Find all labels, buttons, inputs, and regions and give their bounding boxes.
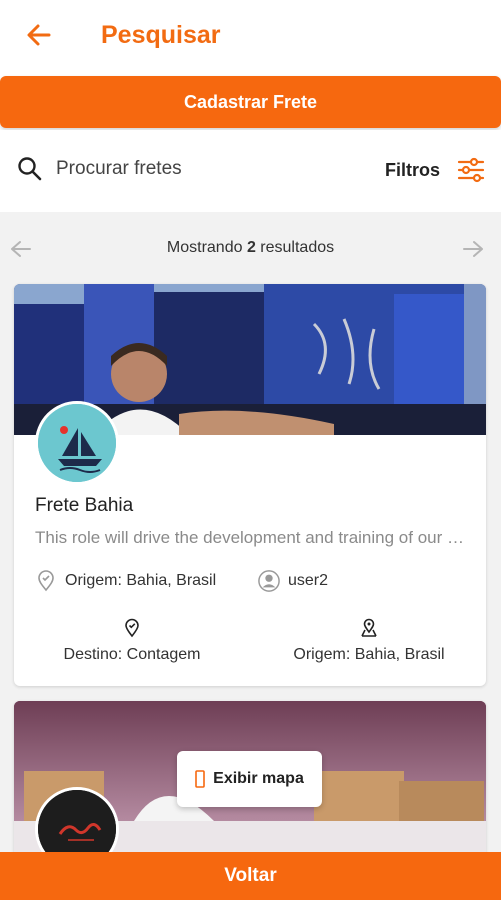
card-title: Frete Bahia [35,495,134,516]
boat-logo-icon [38,404,116,482]
map-icon [195,770,205,788]
arrow-left-icon[interactable] [22,18,56,52]
origin-label: Origem: Bahia, Brasil [65,572,217,589]
user-name: user2 [288,572,329,589]
search-input[interactable]: Procurar fretes [56,158,182,180]
user-info: user2 [258,568,328,594]
register-freight-button[interactable]: Cadastrar Frete [0,76,501,128]
origin-location-label: Origem: Bahia, Brasil [293,646,445,663]
search-icon [18,157,42,181]
back-button[interactable]: Voltar [0,852,501,900]
results-count: Mostrando 2 resultados [166,239,335,256]
app-bar: Pesquisar [0,0,501,74]
company-avatar [35,401,119,485]
map-pin-icon [361,618,377,637]
destination-label: Destino: Contagem [63,646,201,663]
brand-logo-icon [38,790,116,852]
filters-button[interactable]: Filtros [385,160,440,181]
destination-pin-icon [125,618,139,638]
search-bar: Procurar fretes Filtros [0,130,501,212]
destination-info: Destino: Contagem [52,618,212,664]
freight-card[interactable]: Frete Bahia This role will drive the dev… [14,284,486,686]
filters-icon[interactable] [456,156,486,184]
show-map-button[interactable]: Exibir mapa [177,751,322,807]
show-map-label: Exibir mapa [213,770,304,787]
arrow-right-icon[interactable] [460,238,486,260]
origin-block: Origem: Bahia, Brasil [279,618,459,664]
user-avatar-icon [258,570,280,592]
card-description: This role will drive the development and… [35,528,467,547]
page-title: Pesquisar [101,21,221,49]
location-pin-icon [38,570,54,592]
origin-info: Origem: Bahia, Brasil [35,568,216,594]
